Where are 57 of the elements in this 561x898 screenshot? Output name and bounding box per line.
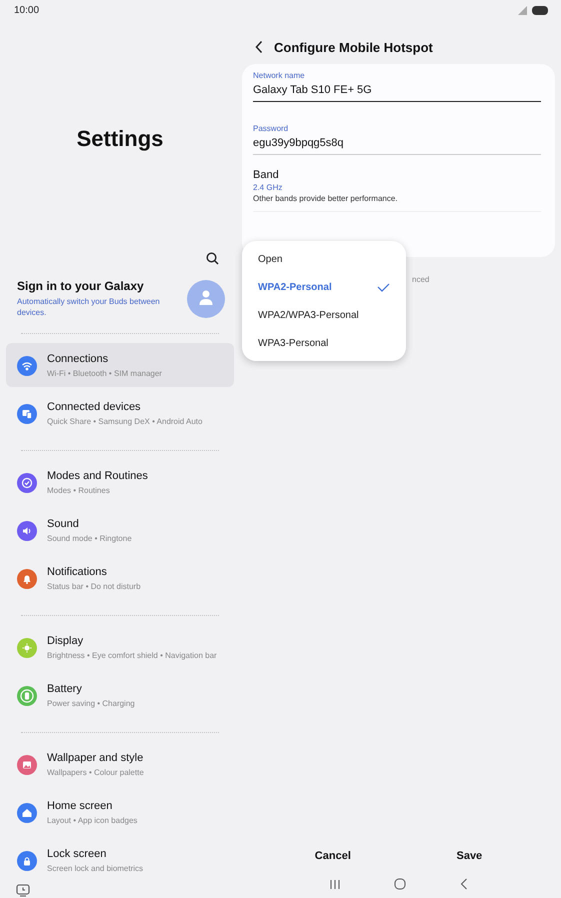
- item-subtitle: Quick Share • Samsung DeX • Android Auto: [47, 416, 202, 427]
- item-label: Sound: [47, 518, 80, 530]
- settings-item[interactable]: Lock screen Screen lock and biometrics: [6, 838, 234, 882]
- page-title: Configure Mobile Hotspot: [274, 40, 433, 54]
- settings-item[interactable]: Modes and Routines Modes • Routines: [6, 460, 234, 504]
- item-label: Wallpaper and style: [47, 752, 144, 764]
- item-subtitle: Power saving • Charging: [47, 698, 135, 709]
- item-label: Home screen: [47, 800, 114, 812]
- account-title[interactable]: Sign in to your Galaxy: [17, 279, 167, 293]
- menu-option[interactable]: WPA2/WPA3-Personal: [242, 301, 406, 329]
- back-icon[interactable]: [254, 40, 264, 54]
- account-subtitle: Automatically switch your Buds between devices.: [17, 296, 161, 318]
- item-label: Lock screen: [47, 848, 108, 860]
- settings-item[interactable]: Sound Sound mode • Ringtone: [6, 508, 234, 552]
- item-label: Modes and Routines: [47, 470, 148, 482]
- item-subtitle: Sound mode • Ringtone: [47, 533, 132, 544]
- status-time: 10:00: [14, 4, 40, 16]
- item-label: Display: [47, 635, 84, 647]
- network-name-field[interactable]: Galaxy Tab S10 FE+ 5G: [253, 80, 541, 102]
- back-icon[interactable]: [460, 878, 468, 890]
- check-icon: [377, 282, 390, 292]
- item-label: Connected devices: [47, 401, 142, 413]
- band-value: 2.4 GHz: [253, 183, 284, 192]
- item-subtitle: Wallpapers • Colour palette: [47, 767, 144, 778]
- password-field[interactable]: egu39y9bpqg5s8q: [253, 133, 541, 155]
- settings-item[interactable]: Notifications Status bar • Do not disturb: [6, 556, 234, 600]
- recents-icon[interactable]: [328, 878, 341, 890]
- item-subtitle: Modes • Routines: [47, 485, 111, 496]
- band-note: Other bands provide better performance.: [253, 194, 399, 203]
- settings-item[interactable]: Battery Power saving • Charging: [6, 673, 234, 717]
- home-icon[interactable]: [394, 878, 406, 890]
- item-label: Connections: [47, 353, 110, 365]
- battery-icon: [532, 6, 548, 14]
- band-label[interactable]: Band: [253, 169, 541, 181]
- settings-item[interactable]: Home screen Layout • App icon badges: [6, 790, 234, 834]
- settings-item[interactable]: Wallpaper and style Wallpapers • Colour palette: [6, 742, 234, 786]
- action-button[interactable]: Save: [442, 846, 496, 866]
- item-label: Battery: [47, 683, 83, 695]
- menu-option[interactable]: WPA3-Personal: [242, 329, 406, 357]
- menu-option[interactable]: Open: [242, 245, 406, 273]
- menu-option[interactable]: WPA2-Personal: [242, 273, 406, 301]
- item-subtitle: Brightness • Eye comfort shield • Navigation bar: [47, 650, 217, 661]
- field-label: Network name: [253, 71, 306, 80]
- settings-item[interactable]: Connected devices Quick Share • Samsung DeX • Android Auto: [6, 391, 234, 435]
- search-icon[interactable]: [206, 252, 219, 265]
- action-button[interactable]: Cancel: [300, 846, 365, 866]
- settings-item[interactable]: Connections Wi-Fi • Bluetooth • SIM manager: [6, 343, 234, 387]
- item-subtitle: Status bar • Do not disturb: [47, 581, 141, 592]
- item-label: Notifications: [47, 566, 108, 578]
- item-subtitle: Wi-Fi • Bluetooth • SIM manager: [47, 368, 162, 379]
- item-subtitle: Screen lock and biometrics: [47, 863, 144, 874]
- field-label: Password: [253, 124, 290, 133]
- signal-icon: [518, 6, 527, 14]
- settings-title: Settings: [76, 126, 164, 152]
- dex-icon[interactable]: [16, 884, 30, 897]
- item-subtitle: Layout • App icon badges: [47, 815, 138, 826]
- settings-item[interactable]: Display Brightness • Eye comfort shield • Navigation bar: [6, 625, 234, 669]
